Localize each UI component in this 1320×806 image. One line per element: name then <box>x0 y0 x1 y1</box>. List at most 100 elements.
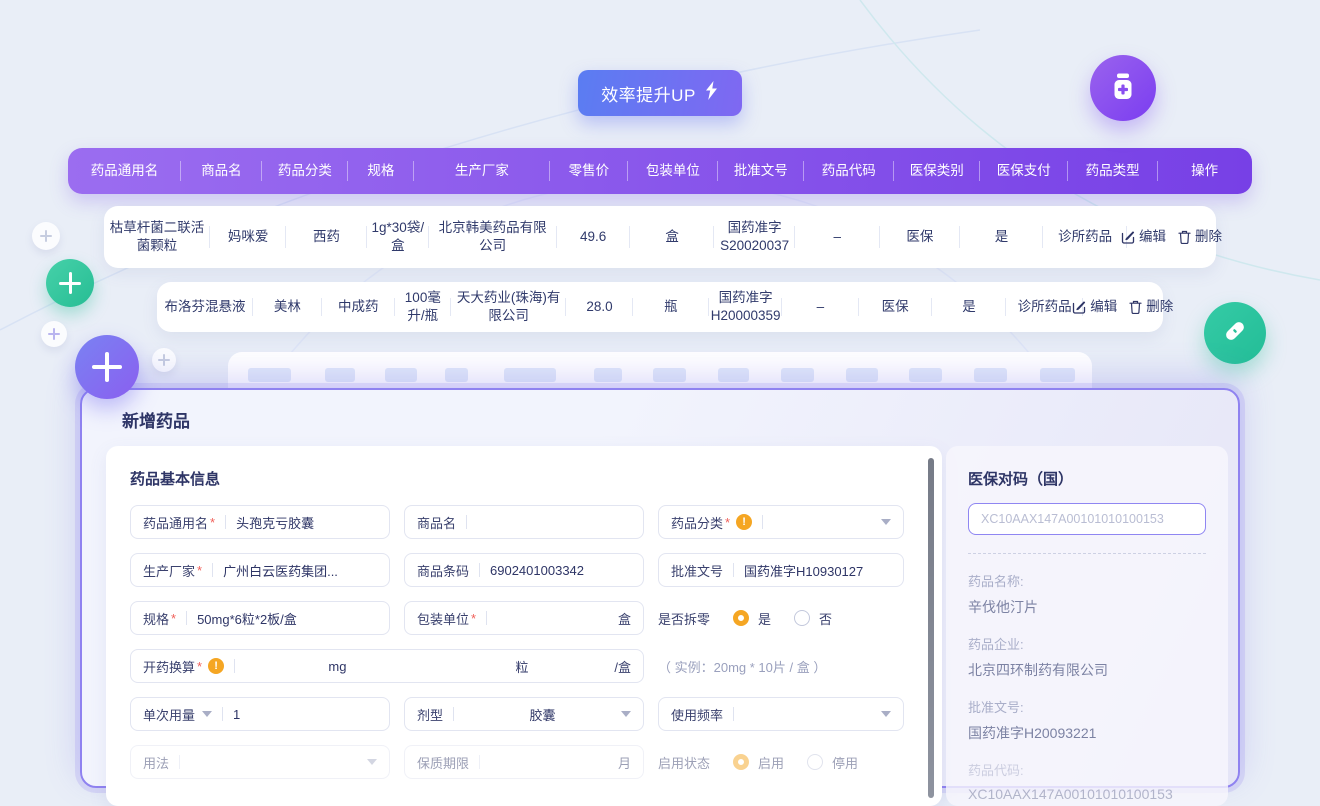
form-scrollbar[interactable] <box>928 458 934 798</box>
capsule-badge-button[interactable] <box>1204 302 1266 364</box>
warning-icon <box>208 658 224 674</box>
panel-title: 医保对码（国） <box>968 468 1206 489</box>
field-value: 头孢克亏胶囊 <box>236 513 314 532</box>
insurance-code-input[interactable]: XC10AAX147A00101010100153 <box>968 503 1206 535</box>
floating-add-button-teal[interactable] <box>46 259 94 307</box>
header-spec: 规格 <box>348 148 414 194</box>
cell-approval-no: 国药准字S20020037 <box>714 206 795 268</box>
cell-manufacturer: 天大药业(珠海)有限公司 <box>451 282 567 332</box>
radio-enable-label: 启用 <box>758 753 784 772</box>
floating-add-button-small-2[interactable] <box>41 321 67 347</box>
warning-icon <box>736 514 752 530</box>
unit-suffix: 月 <box>618 753 631 772</box>
cell-insurance-pay: 是 <box>960 206 1043 268</box>
cell-generic-name: 枯草杆菌二联活菌颗粒 <box>104 206 210 268</box>
required-mark: * <box>171 611 176 626</box>
section-title: 药品基本信息 <box>130 468 918 489</box>
cell-spec: 1g*30袋/盒 <box>367 206 429 268</box>
drug-basic-info-card: 药品基本信息 药品通用名* 头孢克亏胶囊 商品名 药品分类* 生产厂家* <box>106 446 942 806</box>
field-label: 规格 <box>143 609 169 628</box>
cell-pack-unit: 瓶 <box>633 282 709 332</box>
table-row: 枯草杆菌二联活菌颗粒 妈咪爱 西药 1g*30袋/盒 北京韩美药品有限公司 49… <box>104 206 1216 268</box>
insurance-code-panel: 医保对码（国） XC10AAX147A00101010100153 药品名称: … <box>946 446 1228 806</box>
conversion-unit-box: /盒 <box>614 657 631 676</box>
plus-icon <box>40 230 52 242</box>
barcode-field[interactable]: 商品条码 6902401003342 <box>404 553 644 587</box>
radio-enable[interactable] <box>733 754 749 770</box>
field-label: 用法 <box>143 753 169 772</box>
manufacturer-field[interactable]: 生产厂家* 广州白云医药集团... <box>130 553 390 587</box>
dashed-divider <box>968 553 1206 554</box>
delete-button[interactable]: 删除 <box>1129 298 1173 316</box>
field-value: 国药准字H10930127 <box>744 561 863 580</box>
add-drug-modal: 新增药品 药品基本信息 药品通用名* 头孢克亏胶囊 商品名 药品分类* <box>80 388 1240 788</box>
field-value: 广州白云医药集团... <box>223 561 338 580</box>
trade-name-field[interactable]: 商品名 <box>404 505 644 539</box>
field-value: 胶囊 <box>464 705 621 724</box>
delete-button[interactable]: 删除 <box>1178 228 1222 246</box>
header-category: 药品分类 <box>262 148 348 194</box>
header-insurance-type: 医保类别 <box>894 148 980 194</box>
field-label: 生产厂家 <box>143 561 195 580</box>
delete-label: 删除 <box>1146 298 1173 316</box>
header-approval-no: 批准文号 <box>718 148 804 194</box>
edit-button[interactable]: 编辑 <box>1121 228 1166 246</box>
radio-no[interactable] <box>794 610 810 626</box>
shelf-life-field[interactable]: 保质期限 月 <box>404 745 644 779</box>
field-label: 使用频率 <box>671 705 723 724</box>
lightning-up-icon <box>704 81 719 105</box>
efficiency-banner-button[interactable]: 效率提升UP <box>578 70 742 116</box>
required-mark: * <box>210 515 215 530</box>
single-dose-field[interactable]: 单次用量 1 <box>130 697 390 731</box>
edit-button[interactable]: 编辑 <box>1072 298 1117 316</box>
required-mark: * <box>197 659 202 674</box>
cell-generic-name: 布洛芬混悬液 <box>157 282 253 332</box>
cell-drug-code: – <box>795 206 880 268</box>
trash-icon <box>1178 230 1191 244</box>
floating-add-button-purple[interactable] <box>75 335 139 399</box>
cell-spec: 100毫升/瓶 <box>395 282 451 332</box>
cell-pack-unit: 盒 <box>630 206 715 268</box>
header-trade-name: 商品名 <box>181 148 262 194</box>
field-value: 6902401003342 <box>490 563 584 578</box>
required-mark: * <box>197 563 202 578</box>
required-mark: * <box>471 611 476 626</box>
conversion-field[interactable]: 开药换算* mg 粒 /盒 <box>130 649 644 683</box>
spec-field[interactable]: 规格* 50mg*6粒*2板/盒 <box>130 601 390 635</box>
split-sale-radio-group: 是否拆零 是 否 <box>658 601 904 635</box>
frequency-select[interactable]: 使用频率 <box>658 697 904 731</box>
field-value: 1 <box>233 707 240 722</box>
header-drug-code: 药品代码 <box>804 148 894 194</box>
field-label: 包装单位 <box>417 609 469 628</box>
cell-retail-price: 28.0 <box>566 282 632 332</box>
plus-icon <box>92 352 122 382</box>
radio-disable-label: 停用 <box>832 753 858 772</box>
field-label: 是否拆零 <box>658 609 710 628</box>
field-label: 批准文号 <box>671 561 723 580</box>
cell-insurance-type: 医保 <box>880 206 961 268</box>
dosage-form-select[interactable]: 剂型 胶囊 <box>404 697 644 731</box>
efficiency-banner-label: 效率提升UP <box>601 81 696 106</box>
cell-category: 西药 <box>286 206 367 268</box>
approval-no-field[interactable]: 批准文号 国药准字H10930127 <box>658 553 904 587</box>
cell-drug-type: 诊所药品 <box>1043 206 1128 268</box>
category-select[interactable]: 药品分类* <box>658 505 904 539</box>
edit-icon <box>1121 230 1135 244</box>
medicine-bottle-add-button[interactable] <box>1090 55 1156 121</box>
usage-select[interactable]: 用法 <box>130 745 390 779</box>
floating-add-button-small-1[interactable] <box>32 222 60 250</box>
header-drug-type: 药品类型 <box>1068 148 1158 194</box>
radio-no-label: 否 <box>819 609 832 628</box>
conversion-hint: （ 实例：20mg * 10片 / 盒 ） <box>658 649 904 683</box>
header-insurance-pay: 医保支付 <box>980 148 1068 194</box>
pack-unit-field[interactable]: 包装单位* 盒 <box>404 601 644 635</box>
chevron-down-icon <box>367 759 377 765</box>
radio-disable[interactable] <box>807 754 823 770</box>
floating-add-button-small-3[interactable] <box>152 348 176 372</box>
drug-table-header: 药品通用名 商品名 药品分类 规格 生产厂家 零售价 包装单位 批准文号 药品代… <box>68 148 1252 194</box>
field-label: 商品名 <box>417 513 456 532</box>
generic-name-field[interactable]: 药品通用名* 头孢克亏胶囊 <box>130 505 390 539</box>
cell-trade-name: 妈咪爱 <box>210 206 286 268</box>
radio-yes[interactable] <box>733 610 749 626</box>
cell-manufacturer: 北京韩美药品有限公司 <box>429 206 557 268</box>
